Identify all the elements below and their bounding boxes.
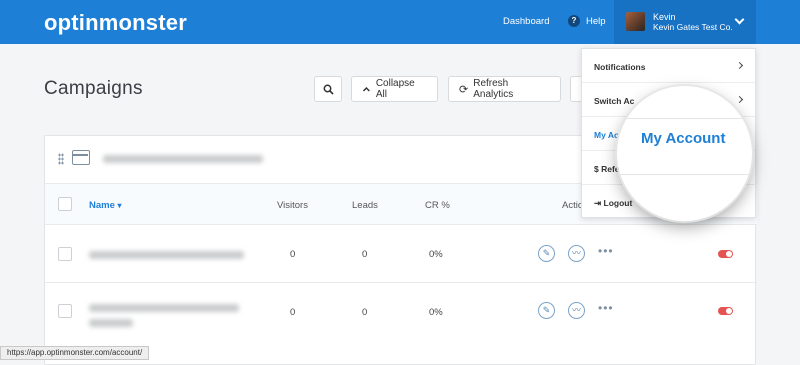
cr-value: 0%	[429, 249, 443, 260]
top-navbar: optinmonster Dashboard ? Help Kevin Kevi…	[0, 0, 800, 44]
column-leads-header: Leads	[352, 200, 378, 211]
optinmonster-logo[interactable]: optinmonster	[44, 10, 187, 36]
user-company: Kevin Gates Test Co.	[653, 22, 733, 32]
visitors-value: 0	[290, 307, 296, 318]
nav-help-link[interactable]: Help	[586, 16, 606, 27]
page-title: Campaigns	[44, 78, 143, 99]
collapse-all-button[interactable]: Collapse All	[351, 76, 438, 102]
magnified-my-account-label[interactable]: My Account	[641, 130, 725, 147]
logout-label: Logout	[603, 198, 633, 208]
avatar	[626, 12, 645, 31]
row-checkbox[interactable]	[58, 304, 72, 318]
browser-window-icon	[72, 150, 90, 165]
analytics-icon[interactable]: 〰	[568, 245, 585, 262]
divider	[582, 82, 755, 83]
chevron-right-icon	[735, 61, 744, 70]
leads-value: 0	[362, 249, 368, 260]
refresh-analytics-label: Refresh Analytics	[473, 78, 514, 100]
campaign-name-blurred-line2	[89, 319, 133, 327]
more-options-icon[interactable]: •••	[598, 244, 614, 258]
collapse-all-label: Collapse All	[375, 78, 415, 100]
campaign-status-toggle[interactable]	[718, 307, 733, 315]
search-icon	[323, 84, 334, 95]
menu-item-my-account[interactable]: My Ac	[594, 130, 619, 140]
column-cr-header: CR %	[425, 200, 450, 211]
logout-icon: ⇥	[594, 198, 602, 208]
divider	[617, 118, 752, 119]
column-name-header[interactable]: Name ▾	[89, 200, 122, 211]
divider	[45, 224, 757, 225]
refresh-icon: ⟳	[459, 83, 469, 96]
leads-value: 0	[362, 307, 368, 318]
chevron-up-icon	[362, 86, 370, 91]
chevron-down-icon: ▾	[117, 201, 122, 210]
divider	[617, 174, 752, 175]
refresh-analytics-button[interactable]: ⟳ Refresh Analytics	[448, 76, 561, 102]
site-domain-blurred	[103, 155, 263, 163]
campaign-name-blurred[interactable]	[89, 304, 239, 312]
menu-item-logout[interactable]: ⇥ Logout	[594, 198, 632, 209]
user-name: Kevin	[653, 12, 676, 22]
column-visitors-header: Visitors	[277, 200, 308, 211]
browser-status-bar: https://app.optinmonster.com/account/	[0, 346, 150, 360]
nav-dashboard-link[interactable]: Dashboard	[503, 16, 549, 27]
edit-pencil-icon[interactable]: ✎	[538, 302, 555, 319]
menu-item-referrals[interactable]: $ Refe	[594, 164, 620, 174]
magnifier-callout: My Account	[617, 86, 752, 221]
select-all-checkbox[interactable]	[58, 197, 72, 211]
help-icon[interactable]: ?	[568, 15, 580, 27]
campaign-name-blurred[interactable]	[89, 251, 244, 259]
user-menu-button[interactable]: Kevin Kevin Gates Test Co.	[614, 0, 756, 44]
chevron-right-icon	[735, 95, 744, 104]
divider	[45, 282, 757, 283]
column-actions-header: Actio	[562, 200, 584, 211]
menu-item-switch-account[interactable]: Switch Ac	[594, 96, 634, 106]
edit-pencil-icon[interactable]: ✎	[538, 245, 555, 262]
menu-item-notifications[interactable]: Notifications	[594, 62, 645, 72]
campaign-status-toggle[interactable]	[718, 250, 733, 258]
more-options-icon[interactable]: •••	[598, 301, 614, 315]
drag-handle-icon[interactable]	[58, 153, 64, 165]
cr-value: 0%	[429, 307, 443, 318]
search-button[interactable]	[314, 76, 342, 102]
row-checkbox[interactable]	[58, 247, 72, 261]
analytics-icon[interactable]: 〰	[568, 302, 585, 319]
column-name-label: Name	[89, 200, 115, 211]
visitors-value: 0	[290, 249, 296, 260]
chevron-down-icon	[734, 14, 745, 25]
